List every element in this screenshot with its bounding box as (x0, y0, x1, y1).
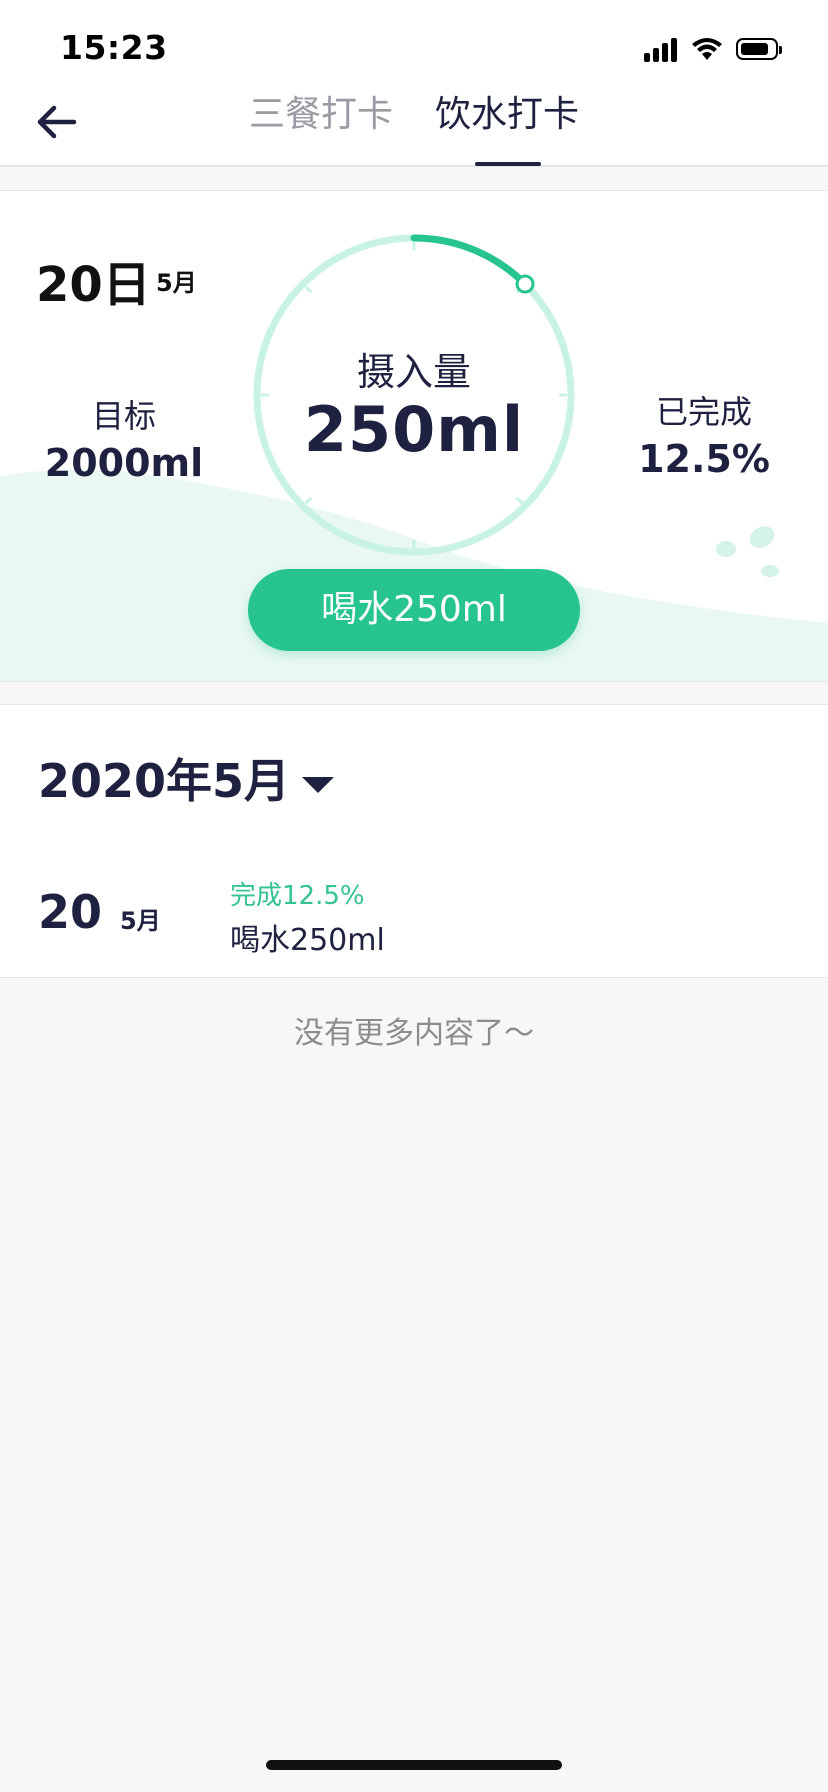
water-intake-card: 20日 5月 目标 2000ml 摄入量 250ml 已完成 12.5% 喝水2… (0, 190, 828, 682)
intake-label: 摄入量 (356, 350, 471, 394)
status-time: 15:23 (60, 28, 168, 67)
ring-tick (304, 496, 313, 505)
active-tab-indicator (475, 162, 541, 166)
tab-water-checkin[interactable]: 饮水打卡 (432, 88, 582, 167)
battery-icon (736, 38, 786, 62)
record-status: 完成12.5% (230, 881, 365, 911)
drink-water-button[interactable]: 喝水250ml (248, 569, 580, 651)
arrow-left-icon (37, 105, 77, 139)
home-indicator[interactable] (266, 1760, 562, 1770)
signal-icon (644, 36, 680, 62)
target-value: 2000ml (44, 441, 204, 485)
completed-value: 12.5% (638, 437, 770, 481)
status-bar: 15:23 (0, 0, 828, 88)
progress-knob (515, 274, 535, 294)
target-label: 目标 (91, 397, 156, 435)
month-picker[interactable]: 2020年5月 (38, 749, 334, 813)
nav-bar: 三餐打卡 饮水打卡 (0, 88, 828, 167)
tab-meal-checkin[interactable]: 三餐打卡 (246, 88, 396, 167)
wifi-icon (692, 38, 722, 60)
current-date-month: 5月 (156, 269, 197, 297)
status-icons (644, 36, 794, 62)
intake-value: 250ml (303, 393, 525, 466)
completed-label: 已完成 (655, 393, 752, 431)
record-day: 20 (38, 885, 103, 939)
current-date-day: 20日 (36, 257, 151, 313)
ring-tick (304, 285, 313, 294)
back-button[interactable] (30, 94, 86, 150)
caret-down-icon (302, 777, 334, 793)
record-detail: 喝水250ml (230, 923, 385, 958)
month-picker-label: 2020年5月 (38, 754, 291, 808)
record-month: 5月 (120, 907, 161, 935)
history-card: 2020年5月 20 5月 完成12.5% 喝水250ml (0, 704, 828, 978)
ring-tick (515, 496, 524, 505)
history-record-row[interactable]: 20 5月 完成12.5% 喝水250ml (0, 855, 828, 965)
end-of-list-note: 没有更多内容了～ (294, 1016, 534, 1051)
progress-arc (410, 234, 529, 288)
